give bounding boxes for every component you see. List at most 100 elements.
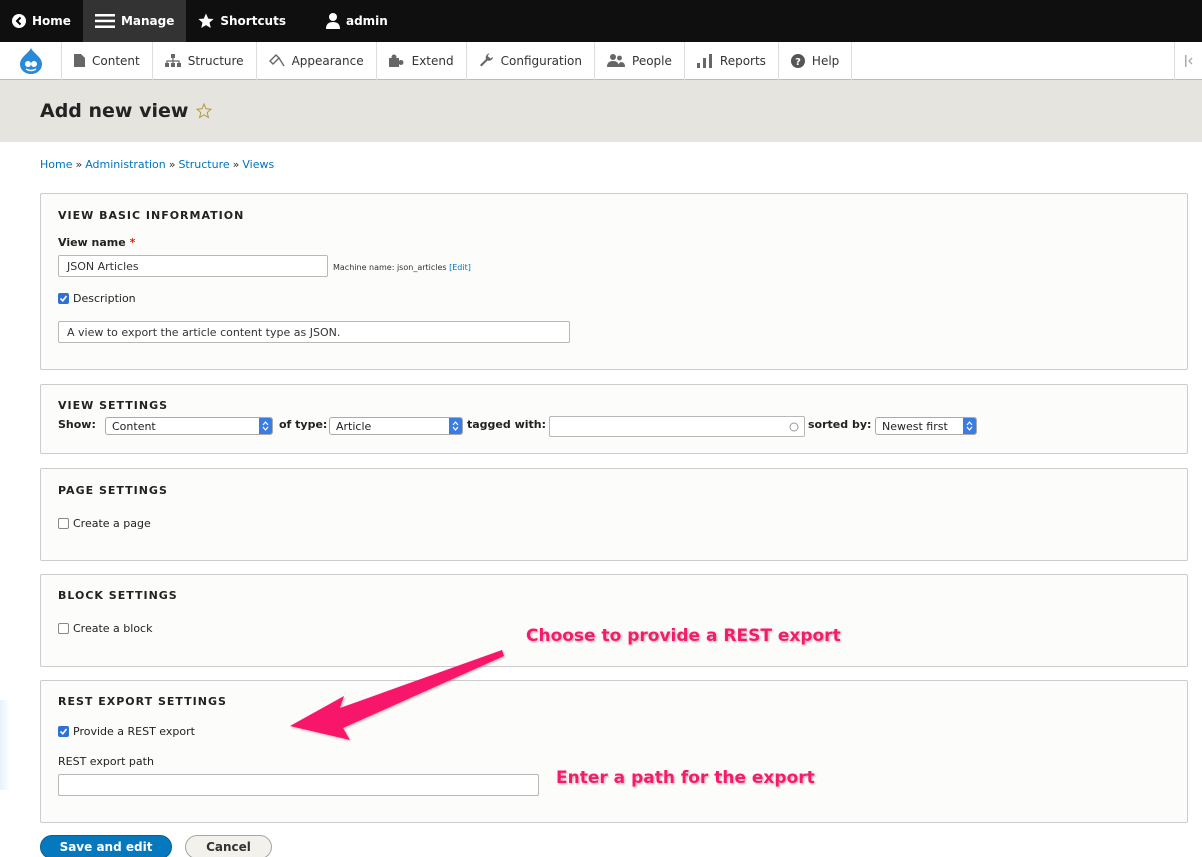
view-name-label: View name * <box>58 236 135 249</box>
select-arrows-icon <box>449 418 462 434</box>
description-checkbox[interactable] <box>58 293 69 304</box>
fieldset-legend: REST EXPORT SETTINGS <box>58 695 227 708</box>
help-icon: ? <box>790 53 805 68</box>
annotation-enter-path: Enter a path for the export <box>556 768 815 788</box>
select-arrows-icon <box>259 418 272 434</box>
annotation-arrow-icon <box>290 650 504 740</box>
tray-item-content[interactable]: Content <box>62 41 153 80</box>
tray-item-label: Reports <box>719 53 766 68</box>
user-icon <box>325 13 340 29</box>
breadcrumb-home[interactable]: Home <box>40 158 72 171</box>
tagged-with-input[interactable] <box>549 416 805 437</box>
view-name-input[interactable]: JSON Articles <box>58 255 328 277</box>
fieldset-block-settings: BLOCK SETTINGS Create a block <box>40 574 1188 667</box>
tray-item-people[interactable]: People <box>595 41 685 80</box>
shortcut-star-icon[interactable] <box>196 103 213 119</box>
tray-orientation-toggle[interactable] <box>1174 42 1202 80</box>
toolbar-user[interactable]: admin <box>314 0 400 42</box>
paint-icon <box>268 54 285 67</box>
view-name-label-text: View name <box>58 236 126 249</box>
show-select[interactable]: Content <box>105 417 273 435</box>
breadcrumb: Home» Administration» Structure» Views <box>40 158 274 171</box>
breadcrumb-administration[interactable]: Administration <box>85 158 166 171</box>
admin-toolbar: Home Manage Shortcuts admin <box>0 0 1202 42</box>
toolbar-user-label: admin <box>345 14 388 28</box>
fieldset-basic-information: VIEW BASIC INFORMATION View name * JSON … <box>40 193 1188 370</box>
rest-export-label: Provide a REST export <box>73 725 195 738</box>
fieldset-page-settings: PAGE SETTINGS Create a page <box>40 468 1188 561</box>
fieldset-legend: BLOCK SETTINGS <box>58 589 178 602</box>
tray-item-label: Configuration <box>500 53 583 68</box>
select-arrows-icon <box>963 418 976 434</box>
checkmark-icon <box>59 728 68 736</box>
svg-text:?: ? <box>795 57 801 68</box>
cancel-button[interactable]: Cancel <box>185 835 272 857</box>
toolbar-manage-label: Manage <box>120 14 175 28</box>
toolbar-home[interactable]: Home <box>0 0 83 42</box>
tray-item-label: Structure <box>187 53 244 68</box>
breadcrumb-separator: » <box>168 158 176 171</box>
create-block-checkbox[interactable] <box>58 623 69 634</box>
star-icon <box>198 13 214 28</box>
sorted-select[interactable]: Newest first <box>875 417 977 435</box>
description-checkbox-label: Description <box>73 292 136 305</box>
tray-item-extend[interactable]: Extend <box>377 41 467 80</box>
fieldset-legend: VIEW SETTINGS <box>58 399 169 412</box>
type-label: of type: <box>279 418 328 431</box>
annotation-choose-rest-export: Choose to provide a REST export <box>526 626 841 646</box>
wrench-icon <box>479 53 493 67</box>
description-checkbox-row[interactable]: Description <box>58 292 136 305</box>
rest-export-checkbox[interactable] <box>58 726 69 737</box>
file-icon <box>74 54 85 67</box>
create-block-checkbox-row[interactable]: Create a block <box>58 622 152 635</box>
tray-item-appearance[interactable]: Appearance <box>257 41 377 80</box>
tray-item-configuration[interactable]: Configuration <box>467 41 596 80</box>
toolbar-shortcuts-label: Shortcuts <box>220 14 286 28</box>
required-marker: * <box>129 236 136 249</box>
puzzle-icon <box>388 54 404 67</box>
show-select-value: Content <box>112 419 156 433</box>
tagged-label: tagged with: <box>467 418 547 431</box>
breadcrumb-structure[interactable]: Structure <box>178 158 229 171</box>
toolbar-manage[interactable]: Manage <box>82 0 187 42</box>
breadcrumb-views[interactable]: Views <box>242 158 274 171</box>
autocomplete-throbber-icon <box>789 422 799 432</box>
fieldset-view-settings: VIEW SETTINGS Show: Content of type: Art… <box>40 384 1188 454</box>
tray-item-label: Content <box>92 53 140 68</box>
bar-chart-icon <box>696 53 712 68</box>
admin-tray: Content Structure Appearance Extend Conf… <box>0 41 1202 80</box>
rest-export-checkbox-row[interactable]: Provide a REST export <box>58 725 195 738</box>
tray-item-label: Appearance <box>291 53 364 68</box>
people-icon <box>607 54 626 67</box>
machine-name: Machine name: json_articles [Edit] <box>333 263 471 272</box>
machine-name-edit-link[interactable]: [Edit] <box>449 263 471 272</box>
create-page-checkbox-row[interactable]: Create a page <box>58 517 151 530</box>
page-header: Add new view <box>0 80 1202 142</box>
save-and-edit-button[interactable]: Save and edit <box>40 835 172 857</box>
rest-export-path-label: REST export path <box>58 755 154 768</box>
toolbar-home-label: Home <box>32 14 71 28</box>
type-select[interactable]: Article <box>329 417 463 435</box>
drupal-logo[interactable] <box>0 41 62 80</box>
description-input[interactable]: A view to export the article content typ… <box>58 321 570 343</box>
tray-item-help[interactable]: ? Help <box>779 41 853 80</box>
rest-export-path-input[interactable] <box>58 774 539 796</box>
tray-item-label: Extend <box>411 53 454 68</box>
fieldset-rest-export-settings: REST EXPORT SETTINGS Provide a REST expo… <box>40 680 1188 823</box>
back-circle-icon <box>12 14 26 28</box>
toolbar-shortcuts[interactable]: Shortcuts <box>186 0 298 42</box>
tray-item-reports[interactable]: Reports <box>685 41 779 80</box>
tray-item-label: People <box>632 53 672 68</box>
show-label: Show: <box>58 418 96 431</box>
breadcrumb-separator: » <box>232 158 240 171</box>
page-title: Add new view <box>40 100 189 122</box>
fieldset-legend: PAGE SETTINGS <box>58 484 168 497</box>
tray-item-label: Help <box>811 53 840 68</box>
sorted-select-value: Newest first <box>882 419 948 433</box>
drupal-drop-icon <box>19 47 42 74</box>
tray-item-structure[interactable]: Structure <box>153 41 257 80</box>
type-select-value: Article <box>336 419 372 433</box>
create-page-checkbox[interactable] <box>58 518 69 529</box>
fieldset-legend: VIEW BASIC INFORMATION <box>58 209 245 222</box>
collapse-icon <box>1184 55 1192 67</box>
